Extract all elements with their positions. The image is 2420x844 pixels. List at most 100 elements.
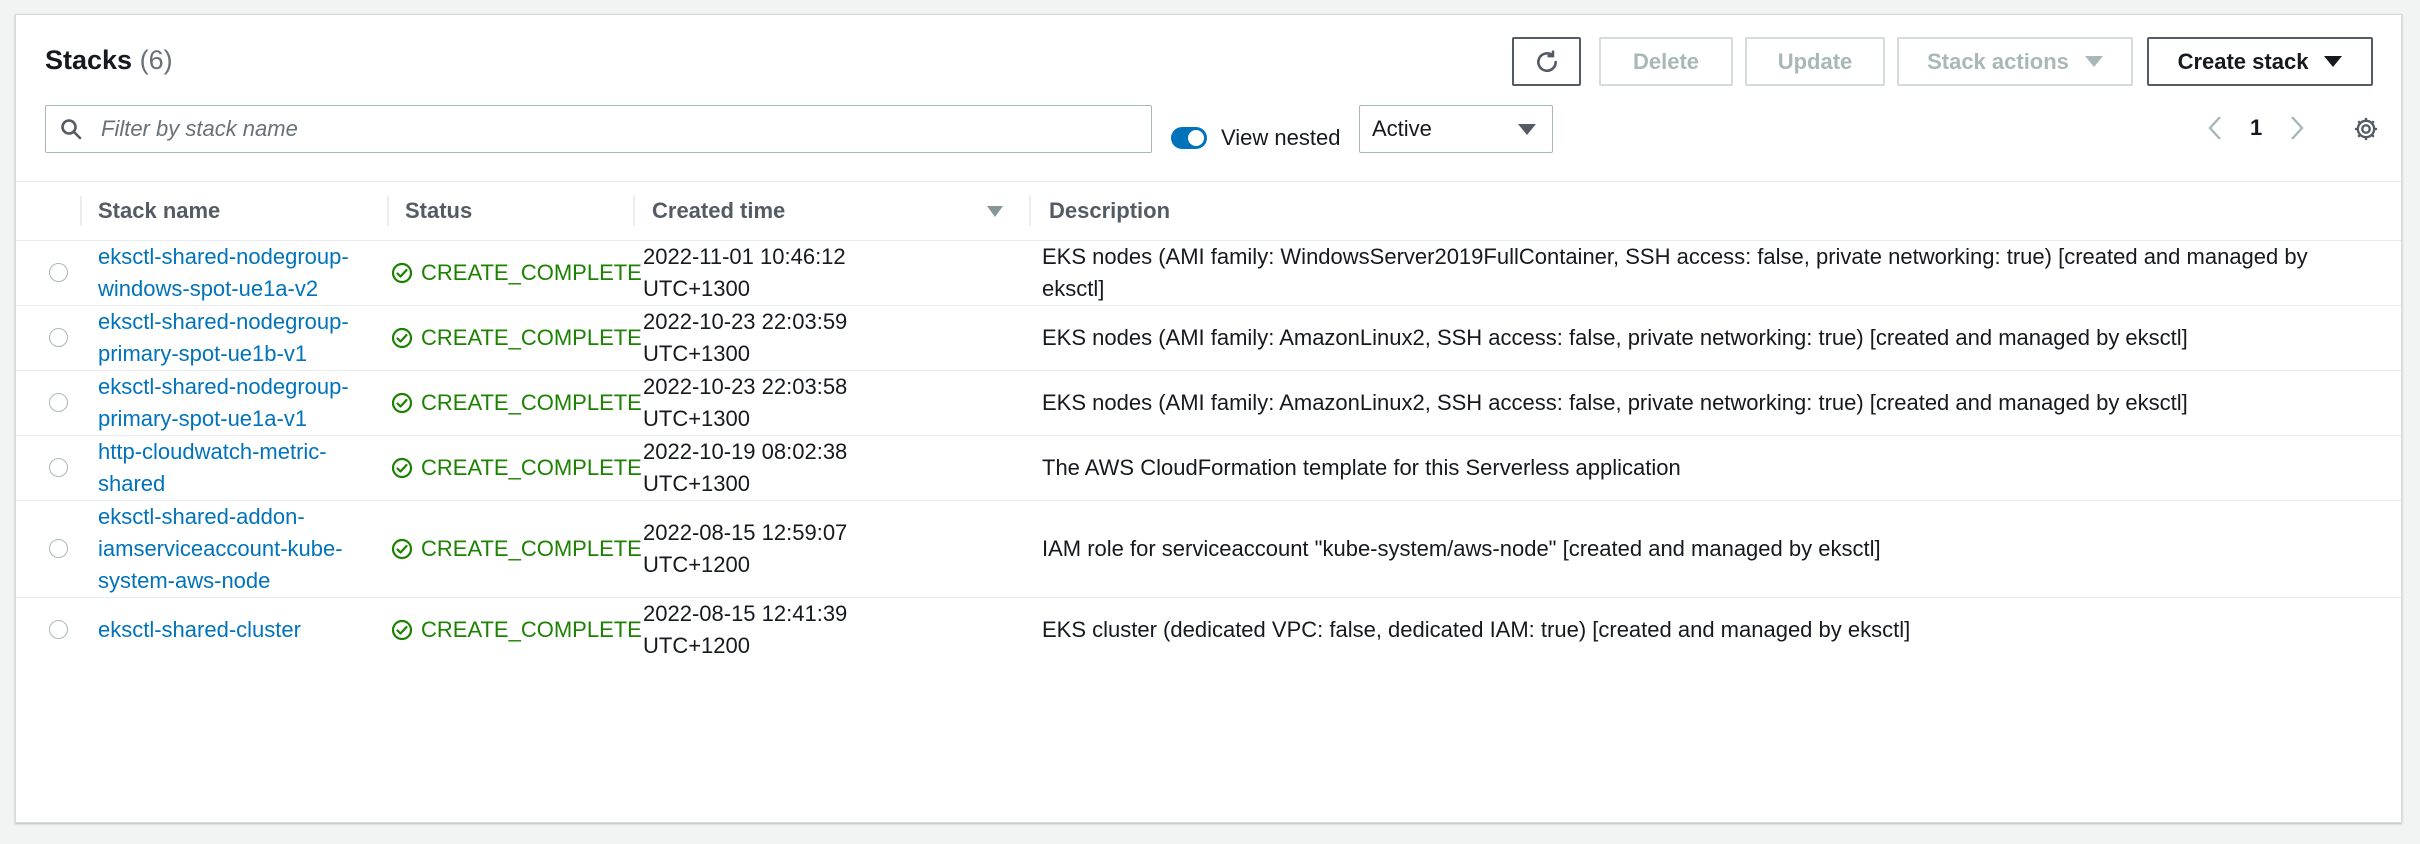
status-cell: CREATE_COMPLETE	[387, 239, 643, 305]
status-filter-select[interactable]: Active	[1359, 105, 1553, 153]
description-text: IAM role for serviceaccount "kube-system…	[1042, 535, 1881, 561]
caret-down-icon	[2324, 56, 2343, 67]
created-date: 2022-08-15 12:41:39	[643, 600, 848, 626]
chevron-right-icon[interactable]	[2288, 115, 2306, 141]
title-text: Stacks	[45, 45, 133, 75]
status-cell: CREATE_COMPLETE	[387, 434, 643, 500]
table-row[interactable]: http-cloudwatch-metric-shared CREATE_COM…	[16, 434, 2401, 500]
row-select-cell	[16, 369, 98, 435]
stack-name-link[interactable]: eksctl-shared-nodegroup-windows-spot-ue1…	[98, 244, 349, 301]
description-text: The AWS CloudFormation template for this…	[1042, 454, 1681, 480]
stack-name-link[interactable]: eksctl-shared-cluster	[98, 617, 301, 642]
search-placeholder: Filter by stack name	[101, 116, 298, 141]
update-label: Update	[1777, 48, 1853, 74]
page-number[interactable]: 1	[2250, 115, 2262, 141]
status-cell: CREATE_COMPLETE	[387, 304, 643, 370]
status-text: CREATE_COMPLETE	[421, 454, 642, 480]
table-header-row: Stack name Status Created time Descripti…	[16, 182, 2401, 241]
table-row[interactable]: eksctl-shared-cluster CREATE_COMPLETE 20…	[16, 596, 2401, 662]
row-radio[interactable]	[49, 620, 68, 639]
status-badge: CREATE_COMPLETE	[391, 614, 643, 646]
caret-down-icon	[2084, 56, 2103, 67]
row-select-cell	[16, 434, 98, 500]
stack-name-link[interactable]: eksctl-shared-nodegroup-primary-spot-ue1…	[98, 309, 349, 366]
success-check-icon	[391, 538, 413, 559]
stacks-table: Stack name Status Created time Descripti…	[16, 182, 2401, 662]
select-column-header	[16, 182, 98, 241]
status-cell: CREATE_COMPLETE	[387, 499, 643, 597]
row-select-cell	[16, 596, 98, 662]
delete-label: Delete	[1632, 48, 1700, 74]
success-check-icon	[391, 327, 413, 348]
description-text: EKS nodes (AMI family: WindowsServer2019…	[1042, 243, 2308, 301]
stack-name-cell: http-cloudwatch-metric-shared	[98, 434, 387, 500]
created-time-cell: 2022-10-19 08:02:38 UTC+1300	[643, 434, 1020, 500]
stack-name-link[interactable]: eksctl-shared-nodegroup-primary-spot-ue1…	[98, 374, 349, 431]
caret-down-icon	[1518, 123, 1536, 135]
table-row[interactable]: eksctl-shared-nodegroup-primary-spot-ue1…	[16, 369, 2401, 435]
view-nested-toggle[interactable]: View nested	[1171, 125, 1340, 151]
column-header-status[interactable]: Status	[387, 182, 643, 241]
status-cell: CREATE_COMPLETE	[387, 369, 643, 435]
delete-button[interactable]: Delete	[1599, 37, 1733, 86]
status-text: CREATE_COMPLETE	[421, 324, 642, 350]
table-row[interactable]: eksctl-shared-nodegroup-windows-spot-ue1…	[16, 239, 2401, 305]
column-header-created-time[interactable]: Created time	[633, 182, 1020, 241]
success-check-icon	[391, 392, 413, 413]
created-timezone: UTC+1300	[643, 405, 751, 431]
stack-name-link[interactable]: http-cloudwatch-metric-shared	[98, 439, 327, 496]
row-select-cell	[16, 499, 98, 597]
description-cell: EKS nodes (AMI family: WindowsServer2019…	[1020, 239, 2401, 305]
page-title: Stacks (6)	[45, 45, 173, 76]
created-date: 2022-10-23 22:03:58	[643, 373, 848, 399]
stack-actions-button[interactable]: Stack actions	[1897, 37, 2133, 86]
create-stack-button[interactable]: Create stack	[2147, 37, 2373, 86]
status-badge: CREATE_COMPLETE	[391, 533, 643, 565]
stack-actions-label: Stack actions	[1927, 48, 2069, 74]
row-radio[interactable]	[49, 393, 68, 412]
refresh-icon	[1536, 49, 1557, 72]
table-row[interactable]: eksctl-shared-addon-iamserviceaccount-ku…	[16, 499, 2401, 597]
column-header-description[interactable]: Description	[1020, 182, 2401, 241]
row-radio[interactable]	[49, 263, 68, 282]
status-text: CREATE_COMPLETE	[421, 259, 642, 285]
description-cell: EKS nodes (AMI family: AmazonLinux2, SSH…	[1020, 369, 2401, 435]
success-check-icon	[391, 457, 413, 478]
created-timezone: UTC+1300	[643, 275, 751, 301]
created-time-cell: 2022-08-15 12:59:07 UTC+1200	[643, 499, 1020, 597]
row-radio[interactable]	[49, 458, 68, 477]
update-button[interactable]: Update	[1745, 37, 1885, 86]
stacks-panel: Stacks (6) Delete Update Stack actions C…	[15, 14, 2402, 823]
description-text: EKS nodes (AMI family: AmazonLinux2, SSH…	[1042, 389, 2188, 415]
stack-name-cell: eksctl-shared-nodegroup-windows-spot-ue1…	[98, 239, 387, 305]
stack-count: (6)	[139, 45, 173, 75]
column-label: Description	[1049, 197, 1171, 223]
table-row[interactable]: eksctl-shared-nodegroup-primary-spot-ue1…	[16, 304, 2401, 370]
description-text: EKS cluster (dedicated VPC: false, dedic…	[1042, 616, 1911, 642]
refresh-button[interactable]	[1512, 37, 1581, 86]
settings-gear-icon[interactable]	[2352, 115, 2380, 143]
stack-name-cell: eksctl-shared-cluster	[98, 596, 387, 662]
stack-name-cell: eksctl-shared-nodegroup-primary-spot-ue1…	[98, 369, 387, 435]
row-radio[interactable]	[49, 539, 68, 558]
created-time-cell: 2022-11-01 10:46:12 UTC+1300	[643, 239, 1020, 305]
search-input[interactable]: Filter by stack name	[45, 105, 1152, 153]
success-check-icon	[391, 619, 413, 640]
stack-name-cell: eksctl-shared-addon-iamserviceaccount-ku…	[98, 499, 387, 597]
status-badge: CREATE_COMPLETE	[391, 387, 643, 419]
pagination: 1	[2206, 115, 2306, 141]
stack-name-link[interactable]: eksctl-shared-addon-iamserviceaccount-ku…	[98, 504, 343, 593]
status-badge: CREATE_COMPLETE	[391, 257, 643, 289]
row-select-cell	[16, 304, 98, 370]
status-badge: CREATE_COMPLETE	[391, 452, 643, 484]
status-filter-value: Active	[1372, 116, 1432, 141]
created-date: 2022-10-23 22:03:59	[643, 308, 848, 334]
chevron-left-icon[interactable]	[2206, 115, 2224, 141]
status-cell: CREATE_COMPLETE	[387, 596, 643, 662]
created-timezone: UTC+1300	[643, 470, 751, 496]
column-header-stack-name[interactable]: Stack name	[80, 182, 387, 241]
toggle-switch[interactable]	[1171, 127, 1207, 149]
created-timezone: UTC+1200	[643, 632, 751, 658]
row-radio[interactable]	[49, 328, 68, 347]
sort-descending-icon	[987, 206, 1003, 217]
